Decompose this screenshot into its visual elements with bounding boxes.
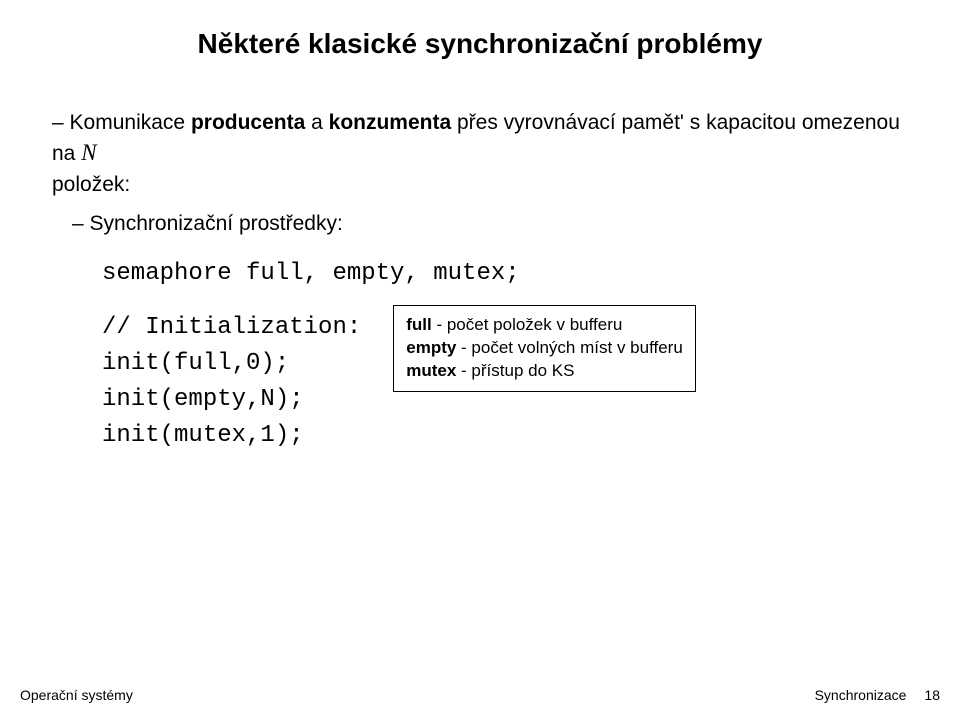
code-block: semaphore full, empty, mutex; // Initial…: [102, 256, 920, 454]
text: položek:: [52, 170, 920, 199]
bullet-dash: –: [52, 111, 64, 134]
code-line: init(mutex,1);: [102, 418, 361, 454]
code-line: semaphore full, empty, mutex;: [102, 256, 920, 292]
annotation-line: mutex - přístup do KS: [406, 360, 683, 383]
footer-section: Synchronizace: [815, 687, 907, 703]
annotation-line: empty - počet volných míst v bufferu: [406, 337, 683, 360]
annotation-box: full - počet položek v bufferu empty - p…: [393, 305, 696, 392]
code-line: // Initialization:: [102, 310, 361, 346]
annotation-desc: - počet volných míst v bufferu: [456, 338, 682, 357]
bullet-item: – Synchronizační prostředky:: [72, 209, 920, 238]
text: Komunikace: [70, 111, 191, 134]
text: Synchronizační prostředky:: [90, 212, 343, 235]
annotation-term: mutex: [406, 361, 456, 380]
annotation-term: empty: [406, 338, 456, 357]
footer-left: Operační systémy: [20, 687, 133, 703]
annotation-desc: - počet položek v bufferu: [432, 315, 623, 334]
annotation-term: full: [406, 315, 432, 334]
footer-page-number: 18: [924, 687, 940, 703]
annotation-line: full - počet položek v bufferu: [406, 314, 683, 337]
slide-content: – Komunikace producenta a konzumenta pře…: [40, 108, 920, 454]
text-bold: konzumenta: [329, 111, 452, 134]
variable-n: N: [81, 140, 96, 165]
text-bold: producenta: [191, 111, 305, 134]
slide-title: Některé klasické synchronizační problémy: [40, 28, 920, 60]
bullet-dash: –: [72, 212, 84, 235]
slide-footer: Operační systémy Synchronizace 18: [0, 687, 960, 703]
code-line: init(empty,N);: [102, 382, 361, 418]
text: a: [305, 111, 328, 134]
footer-right: Synchronizace 18: [815, 687, 940, 703]
annotation-desc: - přístup do KS: [456, 361, 574, 380]
bullet-item: – Komunikace producenta a konzumenta pře…: [52, 108, 920, 199]
code-line: init(full,0);: [102, 346, 361, 382]
